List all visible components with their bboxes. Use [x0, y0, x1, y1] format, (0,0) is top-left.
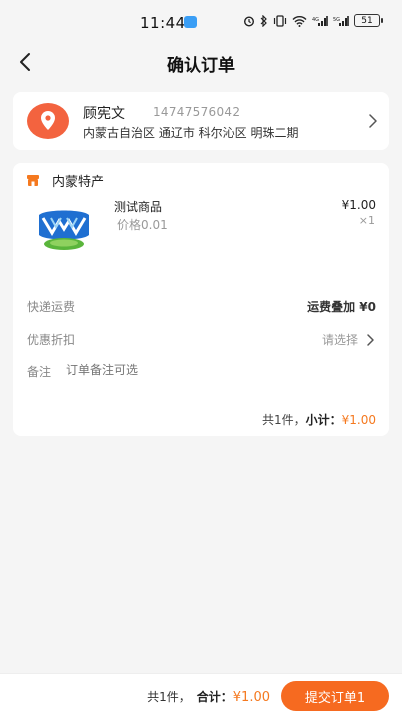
- order-card: 内蒙特产 测试商品 价格0.01 ¥1.00 ×1 快递运费 运费叠加 ¥0 优…: [13, 163, 389, 436]
- shop-name: 内蒙特产: [52, 175, 105, 190]
- subtotal-label: 小计：: [305, 413, 342, 427]
- location-pin-icon: [27, 103, 69, 139]
- product-name: 测试商品: [114, 200, 163, 214]
- vibrate-icon: [273, 14, 287, 27]
- product-price: ¥1.00: [341, 198, 376, 212]
- subtotal-value: ¥1.00: [341, 413, 376, 427]
- status-icons: 4G 5G 51: [243, 14, 383, 27]
- address-card[interactable]: 顾宪文 14747576042 内蒙古自治区 通辽市 科尔沁区 明珠二期: [13, 92, 389, 150]
- nav-bar: 确认订单: [0, 44, 402, 80]
- product-unit-price: 价格0.01: [117, 218, 168, 232]
- signal-icon: 4G: [312, 15, 328, 26]
- address-detail: 内蒙古自治区 通辽市 科尔沁区 明珠二期: [83, 126, 299, 140]
- bluetooth-icon: [260, 14, 267, 27]
- recipient-phone: 14747576042: [153, 105, 241, 119]
- subtotal-row: 共1件， 小计： ¥1.00: [262, 411, 376, 428]
- page-title: 确认订单: [167, 56, 235, 76]
- discount-label: 优惠折扣: [27, 333, 76, 347]
- notification-app-icon: [184, 16, 197, 28]
- svg-text:4G: 4G: [312, 17, 319, 23]
- shop-icon: [27, 175, 39, 186]
- subtotal-count: 共1件，: [261, 413, 306, 427]
- battery-icon: 51: [354, 14, 383, 27]
- total-count: 共1件，: [147, 690, 191, 704]
- recipient-name: 顾宪文: [83, 106, 125, 122]
- svg-text:5G: 5G: [333, 17, 340, 23]
- total-label: 合计：: [196, 690, 233, 704]
- order-summary: 共1件， 合计： ¥1.00: [147, 688, 270, 705]
- discount-select-value: 请选择: [321, 333, 358, 347]
- product-quantity: ×1: [358, 214, 375, 227]
- remark-label: 备注: [27, 365, 52, 379]
- remark-input[interactable]: [66, 363, 366, 377]
- alarm-icon: [243, 15, 255, 27]
- signal-icon-2: 5G: [333, 15, 349, 26]
- submit-order-button[interactable]: 提交订单1: [281, 681, 389, 711]
- status-bar: 11:44 4G 5G 51: [0, 0, 402, 44]
- bottom-bar: 共1件， 合计： ¥1.00 提交订单1: [0, 673, 402, 717]
- total-value: ¥1.00: [232, 690, 270, 705]
- shipping-label: 快递运费: [27, 300, 76, 314]
- wifi-icon: [292, 15, 307, 27]
- product-image[interactable]: [33, 201, 95, 255]
- status-time: 11:44: [140, 14, 186, 32]
- chevron-right-icon: [369, 114, 377, 128]
- discount-select[interactable]: 请选择: [322, 331, 376, 348]
- chevron-right-icon: [367, 333, 374, 346]
- shipping-value: 运费叠加 ¥0: [307, 300, 376, 314]
